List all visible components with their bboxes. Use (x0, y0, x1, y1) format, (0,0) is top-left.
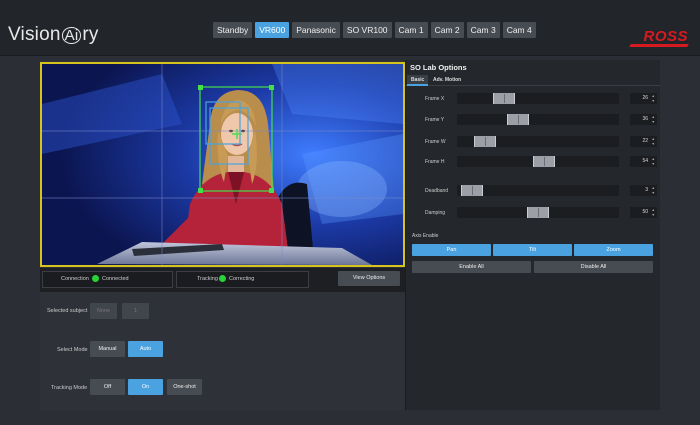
frame-x-label: Frame X (425, 96, 445, 102)
frame-h-slider[interactable] (457, 156, 619, 167)
tracking-mode-off-button[interactable]: Off (90, 379, 125, 395)
frame-y-slider-thumb[interactable] (507, 114, 529, 125)
frame-h-value-input[interactable]: 54 ▲ ▼ (630, 156, 657, 167)
ross-logo-bar (629, 44, 689, 47)
camera-tab-vr600[interactable]: VR600 (255, 22, 290, 38)
axis-zoom-button[interactable]: Zoom (574, 244, 653, 256)
tracking-label: Tracking (197, 276, 218, 282)
camera-tab-standby[interactable]: Standby (213, 22, 253, 38)
frame-x-slider[interactable] (457, 93, 619, 104)
tracking-status: Tracking Correcting (176, 271, 309, 288)
options-title: SO Lab Options (410, 63, 467, 72)
camera-tabs: Standby VR600 Panasonic SO VR100 Cam 1 C… (213, 22, 536, 38)
damping-label: Damping (425, 210, 446, 216)
axis-tilt-button[interactable]: Tilt (493, 244, 572, 256)
tracking-value: Correcting (219, 272, 254, 287)
options-panel (405, 60, 660, 410)
status-bar: Connection Connected Tracking Correcting… (40, 268, 405, 292)
spinner-arrows-icon[interactable]: ▲ ▼ (652, 208, 655, 217)
connection-value: Connected (92, 272, 129, 287)
frame-y-label: Frame Y (425, 117, 445, 123)
view-options-button[interactable]: View Options (338, 271, 400, 286)
connection-status: Connection Connected (42, 271, 173, 288)
damping-slider[interactable] (457, 207, 619, 218)
tracking-mode-label: Tracking Mode (51, 385, 88, 391)
frame-w-label: Frame W (425, 139, 446, 145)
spinner-arrows-icon[interactable]: ▲ ▼ (652, 94, 655, 103)
enable-all-button[interactable]: Enable All (412, 261, 531, 273)
camera-tab-cam-2[interactable]: Cam 2 (430, 22, 464, 38)
deadband-label: Deadband (425, 188, 449, 194)
options-tabs: Basic Adv. Motion (405, 75, 660, 86)
spinner-arrows-icon[interactable]: ▲ ▼ (652, 186, 655, 195)
frame-x-slider-thumb[interactable] (493, 93, 515, 104)
axis-pan-button[interactable]: Pan (412, 244, 491, 256)
deadband-slider-thumb[interactable] (461, 185, 483, 196)
app-header: Vision Ai ry Standby VR600 Panasonic SO VR… (0, 0, 700, 56)
selected-subject-label: Selected subject (47, 308, 88, 314)
select-mode-auto-button[interactable]: Auto (128, 341, 163, 357)
connection-indicator-icon (92, 274, 99, 282)
frame-x-value-input[interactable]: 26 ▲ ▼ (630, 93, 657, 104)
tracking-mode-oneshot-button[interactable]: One-shot (167, 379, 202, 395)
subject-1-button[interactable]: 1 (122, 303, 149, 319)
damping-value-input[interactable]: 50 ▲ ▼ (630, 207, 657, 218)
disable-all-button[interactable]: Disable All (534, 261, 653, 273)
ross-logo: ROSS (643, 28, 688, 45)
frame-h-slider-thumb[interactable] (533, 156, 555, 167)
frame-y-slider[interactable] (457, 114, 619, 125)
select-mode-manual-button[interactable]: Manual (90, 341, 125, 357)
camera-tab-panasonic[interactable]: Panasonic (292, 22, 340, 38)
visionairy-logo: Vision Ai ry (8, 24, 99, 45)
video-preview[interactable] (40, 62, 405, 267)
spinner-arrows-icon[interactable]: ▲ ▼ (652, 137, 655, 146)
spinner-arrows-icon[interactable]: ▲ ▼ (652, 157, 655, 166)
damping-slider-thumb[interactable] (527, 207, 549, 218)
tab-basic[interactable]: Basic (407, 75, 429, 86)
subject-none-button[interactable]: None (90, 303, 117, 319)
camera-tab-cam-3[interactable]: Cam 3 (466, 22, 500, 38)
video-frame-image (42, 64, 403, 265)
camera-tab-so-vr100[interactable]: SO VR100 (342, 22, 392, 38)
frame-y-value-input[interactable]: 36 ▲ ▼ (630, 114, 657, 125)
deadband-value-input[interactable]: 3 ▲ ▼ (630, 185, 657, 196)
frame-w-slider-thumb[interactable] (474, 136, 496, 147)
tracking-mode-on-button[interactable]: On (128, 379, 163, 395)
select-mode-label: Select Mode (57, 347, 88, 353)
frame-w-slider[interactable] (457, 136, 619, 147)
camera-tab-cam-4[interactable]: Cam 4 (502, 22, 536, 38)
axis-enable-label: Axis Enable (412, 233, 439, 239)
tab-adv-motion[interactable]: Adv. Motion (429, 75, 465, 86)
tracking-indicator-icon (219, 274, 226, 282)
connection-label: Connection (61, 276, 89, 282)
frame-h-label: Frame H (425, 159, 445, 165)
spinner-arrows-icon[interactable]: ▲ ▼ (652, 115, 655, 124)
deadband-slider[interactable] (457, 185, 619, 196)
camera-tab-cam-1[interactable]: Cam 1 (394, 22, 428, 38)
frame-w-value-input[interactable]: 22 ▲ ▼ (630, 136, 657, 147)
